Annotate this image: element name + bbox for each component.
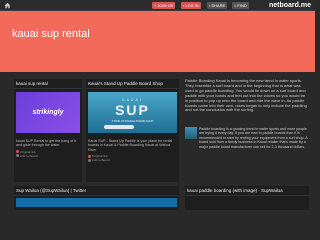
hero-banner: kauai sup rental	[0, 11, 315, 72]
article-text: Paddle Boarding Kauai is becoming the ne…	[185, 78, 309, 113]
share-button[interactable]: ‹ SHARE	[207, 2, 228, 9]
article-thumbnail[interactable]	[185, 127, 197, 139]
card-title[interactable]: Kauai's Stand Up Paddle Board Shop	[86, 79, 179, 89]
page-title: kauai sup rental	[12, 28, 90, 40]
card-title[interactable]: kauai paddle boarding (with image) · Sup…	[185, 186, 309, 196]
card-image[interactable]: KAUAI SUP STAND UP PADDLE BOARD SHOP	[88, 92, 177, 133]
log-in-button[interactable]: › LOG IN	[181, 2, 201, 9]
join-us-button[interactable]: + JOIN US	[152, 2, 176, 9]
user-plus-icon: +	[154, 3, 157, 8]
login-icon: ›	[183, 3, 185, 8]
article-paragraph-2: Paddle boarding is a growing trend in wa…	[199, 127, 308, 149]
card-sup-shop[interactable]: Kauai's Stand Up Paddle Board Shop KAUAI…	[86, 79, 179, 182]
add-icon	[88, 158, 91, 162]
card-image[interactable]: strikingly	[16, 92, 80, 133]
card-footer-add[interactable]: Add to Board	[14, 154, 82, 158]
top-bar: + JOIN US › LOG IN ‹ SHARE ○ FIND netboa…	[0, 0, 315, 11]
card-title[interactable]: Sup Wailua (@SupWailua) | Twitter	[14, 186, 179, 196]
card-image-tagline: STAND UP PADDLE BOARD SHOP	[111, 120, 154, 123]
article-paragraph-1: Paddle Boarding Kauai is becoming the ne…	[185, 78, 307, 113]
card-kauai-sup-rental[interactable]: kauai sup rental strikingly kauai SUP Re…	[14, 79, 82, 182]
search-icon: ○	[234, 3, 237, 8]
card-footer-add[interactable]: Add to Board	[86, 158, 179, 162]
card-description: Kauai SUP - Stand Up Paddle is your plac…	[88, 139, 173, 152]
link-icon	[88, 154, 91, 158]
card-image-sup: SUP	[115, 102, 150, 118]
card-twitter[interactable]: Sup Wailua (@SupWailua) | Twitter	[14, 186, 179, 210]
find-button[interactable]: ○ FIND	[232, 2, 249, 9]
card-description: kauai SUP Rental to get the hang of it a…	[16, 139, 77, 148]
share-icon: ‹	[209, 3, 211, 8]
card-title[interactable]: kauai sup rental	[14, 79, 82, 89]
paddle-board-graphic	[104, 125, 134, 129]
card-image[interactable]	[16, 198, 177, 207]
brand-logo[interactable]: netboard.me	[269, 1, 311, 10]
add-icon	[16, 154, 19, 158]
card-paddle-boarding[interactable]: kauai paddle boarding (with image) · Sup…	[185, 186, 309, 210]
home-icon[interactable]	[4, 2, 11, 9]
card-image-text: strikingly	[32, 109, 64, 116]
